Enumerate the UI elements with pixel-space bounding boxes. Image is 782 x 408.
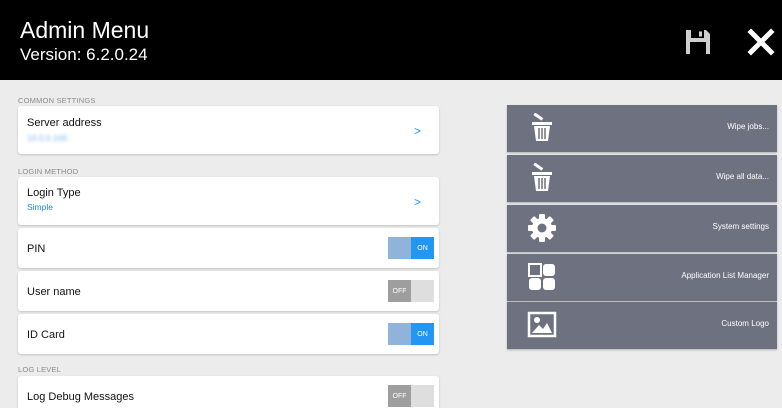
id-card-toggle[interactable]: ON	[388, 323, 434, 345]
toggle-track	[388, 323, 411, 345]
save-icon	[686, 30, 710, 54]
trash-icon	[532, 163, 552, 191]
toggle-state-label: ON	[411, 237, 434, 259]
application-list-manager-label: Application List Manager	[681, 271, 769, 280]
save-button[interactable]	[683, 27, 713, 57]
server-address-value: 10.0.0.100	[27, 133, 68, 143]
pin-row: PIN ON	[18, 228, 439, 268]
section-label-log-level: LOG LEVEL	[18, 365, 62, 374]
pin-toggle[interactable]: ON	[388, 237, 434, 259]
toggle-state-label: ON	[411, 323, 434, 345]
version-label: Version: 6.2.0.24	[20, 45, 148, 64]
custom-logo-label: Custom Logo	[721, 319, 769, 328]
wipe-all-data-label: Wipe all data...	[716, 172, 769, 181]
toggle-state-label: OFF	[388, 385, 411, 407]
toggle-track	[411, 280, 434, 302]
section-label-common-settings: COMMON SETTINGS	[18, 96, 96, 105]
trash-icon	[532, 113, 552, 141]
header-bar: Admin Menu Version: 6.2.0.24	[0, 0, 782, 80]
toggle-state-label: OFF	[388, 280, 411, 302]
close-button[interactable]	[746, 27, 776, 57]
log-debug-row: Log Debug Messages OFF	[18, 376, 439, 408]
id-card-label: ID Card	[27, 329, 65, 341]
wipe-jobs-label: Wipe jobs...	[727, 122, 769, 131]
log-debug-toggle[interactable]: OFF	[388, 385, 434, 407]
system-settings-label: System settings	[712, 222, 769, 231]
image-icon	[527, 311, 557, 338]
id-card-row: ID Card ON	[18, 314, 439, 354]
toggle-track	[388, 237, 411, 259]
pin-label: PIN	[27, 243, 46, 255]
user-name-toggle[interactable]: OFF	[388, 280, 434, 302]
chevron-right-icon: >	[413, 195, 421, 209]
section-label-login-method: LOGIN METHOD	[18, 167, 79, 176]
chevron-right-icon: >	[413, 124, 421, 138]
close-icon	[747, 28, 775, 56]
page-title: Admin Menu	[20, 17, 150, 43]
wipe-jobs-button[interactable]: Wipe jobs...	[507, 105, 777, 152]
application-list-manager-button[interactable]: Application List Manager	[507, 254, 777, 301]
user-name-label: User name	[27, 286, 81, 298]
custom-logo-button[interactable]: Custom Logo	[507, 302, 777, 349]
system-settings-button[interactable]: System settings	[507, 205, 777, 252]
server-address-row[interactable]: Server address 10.0.0.100 >	[18, 106, 439, 154]
login-type-row[interactable]: Login Type Simple >	[18, 177, 439, 225]
apps-grid-icon	[528, 263, 555, 290]
toggle-track	[411, 385, 434, 407]
login-type-label: Login Type	[27, 187, 81, 199]
login-type-value: Simple	[27, 202, 53, 212]
wipe-all-data-button[interactable]: Wipe all data...	[507, 155, 777, 202]
server-address-label: Server address	[27, 117, 102, 129]
user-name-row: User name OFF	[18, 271, 439, 311]
log-debug-label: Log Debug Messages	[27, 391, 135, 403]
gear-icon	[528, 214, 556, 242]
